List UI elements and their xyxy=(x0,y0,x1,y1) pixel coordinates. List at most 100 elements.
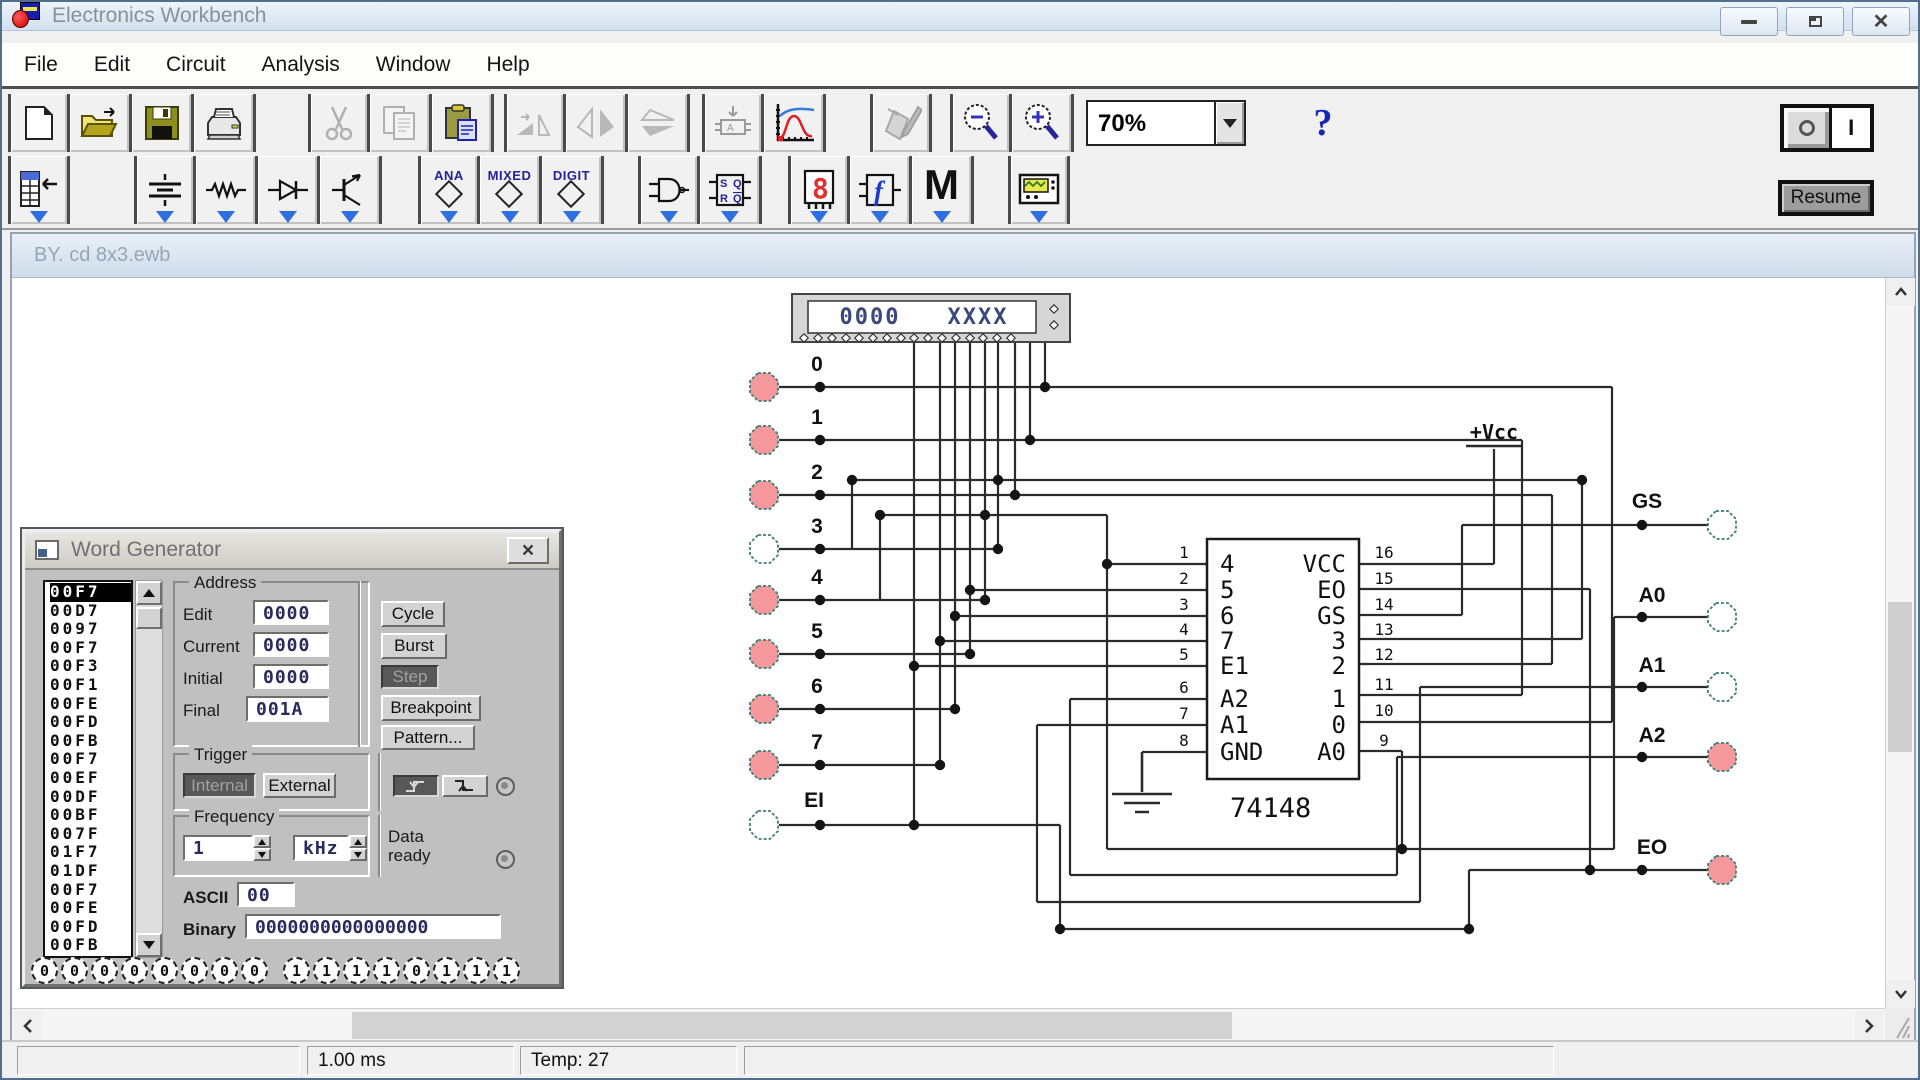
cut-button[interactable] xyxy=(308,94,370,152)
binary-field[interactable]: 0000000000000000 xyxy=(245,914,501,939)
expand-triangle-icon[interactable] xyxy=(871,211,889,223)
bit-terminal[interactable]: 1 xyxy=(433,957,460,984)
menu-help[interactable]: Help xyxy=(486,53,529,77)
vertical-scroll-thumb[interactable] xyxy=(1888,602,1912,752)
expand-triangle-icon[interactable] xyxy=(563,211,581,223)
word-generator-instrument[interactable]: 0000 XXXX xyxy=(792,294,1070,342)
help-button[interactable]: ? xyxy=(1292,94,1354,152)
output-terminal-gs[interactable] xyxy=(1708,511,1736,539)
hex-word-row[interactable]: 0097 xyxy=(50,620,131,639)
frequency-value-field[interactable]: 1 xyxy=(183,835,253,861)
scroll-up-button[interactable] xyxy=(1886,278,1915,306)
zoom-out-button[interactable] xyxy=(950,94,1012,152)
trigger-external-button[interactable]: External xyxy=(263,773,336,798)
bit-terminal[interactable]: 0 xyxy=(181,957,208,984)
zoom-level-combobox[interactable]: 70% xyxy=(1086,100,1246,146)
input-terminal-5[interactable] xyxy=(750,640,778,668)
output-terminal-a2[interactable] xyxy=(1708,743,1736,771)
expand-triangle-icon[interactable] xyxy=(156,211,174,223)
breakpoint-button[interactable]: Breakpoint xyxy=(381,695,481,721)
trigger-falling-edge-button[interactable] xyxy=(442,775,488,797)
expand-triangle-icon[interactable] xyxy=(217,211,235,223)
edit-address-field[interactable]: 0000 xyxy=(253,600,329,625)
hex-word-row[interactable]: 007F xyxy=(50,825,131,844)
flip-horizontal-button[interactable] xyxy=(566,94,628,152)
frequency-spinner[interactable] xyxy=(253,835,271,861)
list-scroll-up-button[interactable] xyxy=(136,581,162,605)
zoom-dropdown-button[interactable] xyxy=(1214,102,1244,144)
hex-word-row[interactable]: 00FE xyxy=(50,695,131,714)
flip-vertical-button[interactable] xyxy=(628,94,690,152)
rotate-button[interactable] xyxy=(504,94,566,152)
hex-word-row[interactable]: 00DF xyxy=(50,788,131,807)
hex-word-row[interactable]: 00FB xyxy=(50,936,131,955)
bit-terminal[interactable]: 1 xyxy=(313,957,340,984)
copy-button[interactable] xyxy=(370,94,432,152)
close-button[interactable]: ✕ xyxy=(1852,7,1910,36)
open-button[interactable] xyxy=(70,94,132,152)
zoom-in-button[interactable] xyxy=(1012,94,1074,152)
input-terminal-2[interactable] xyxy=(750,481,778,509)
hex-word-row-selected[interactable]: 00F7 xyxy=(50,583,131,602)
bit-terminal[interactable]: 0 xyxy=(241,957,268,984)
expand-triangle-icon[interactable] xyxy=(660,211,678,223)
expand-triangle-icon[interactable] xyxy=(933,211,951,223)
hex-word-row[interactable]: 00D7 xyxy=(50,602,131,621)
trigger-internal-button[interactable]: Internal xyxy=(183,773,256,798)
expand-triangle-icon[interactable] xyxy=(30,211,48,223)
hex-word-row[interactable]: 00FD xyxy=(50,918,131,937)
scroll-left-button[interactable] xyxy=(14,1011,42,1040)
frequency-unit-spinner[interactable] xyxy=(349,835,367,861)
final-address-field[interactable]: 001A xyxy=(246,696,329,722)
resume-button[interactable]: Resume xyxy=(1778,180,1874,216)
list-scroll-thumb[interactable] xyxy=(136,607,162,629)
hex-word-row[interactable]: 00F7 xyxy=(50,881,131,900)
input-terminal-0[interactable] xyxy=(750,373,778,401)
hex-word-row[interactable]: 00F7 xyxy=(50,750,131,769)
hex-word-row[interactable]: 00F3 xyxy=(50,657,131,676)
bit-terminal[interactable]: 1 xyxy=(493,957,520,984)
spinner-down-icon[interactable] xyxy=(253,848,271,861)
spinner-down-icon[interactable] xyxy=(349,848,367,861)
indicators-button[interactable]: 8 xyxy=(788,156,850,224)
menu-file[interactable]: File xyxy=(24,53,58,77)
word-generator-titlebar[interactable]: Word Generator × xyxy=(25,532,559,570)
hex-word-row[interactable]: 00FE xyxy=(50,899,131,918)
hex-word-row[interactable]: 00F7 xyxy=(50,639,131,658)
flip-flops-button[interactable]: SQRQ xyxy=(700,156,762,224)
print-button[interactable] xyxy=(194,94,256,152)
trigger-rising-edge-button[interactable] xyxy=(393,775,439,797)
pattern-button[interactable]: Pattern... xyxy=(381,725,475,750)
component-properties-button[interactable] xyxy=(870,94,932,152)
output-terminal-a1[interactable] xyxy=(1708,673,1736,701)
minimize-button[interactable] xyxy=(1720,7,1778,36)
sources-button[interactable] xyxy=(134,156,196,224)
digital-ics-button[interactable]: DIGIT xyxy=(542,156,604,224)
bit-terminal[interactable]: 0 xyxy=(403,957,430,984)
instruments-button[interactable] xyxy=(1008,156,1070,224)
initial-address-field[interactable]: 0000 xyxy=(253,664,329,689)
word-generator-close-button[interactable]: × xyxy=(507,537,549,564)
hex-word-row[interactable]: 01F7 xyxy=(50,843,131,862)
hex-word-row[interactable]: 00FD xyxy=(50,713,131,732)
output-terminal-eo[interactable] xyxy=(1708,856,1736,884)
hex-word-list[interactable]: 00F7 00D7 0097 00F7 00F3 00F1 00FE 00FD … xyxy=(43,580,133,958)
subcircuit-button[interactable]: A xyxy=(702,94,764,152)
current-address-field[interactable]: 0000 xyxy=(253,632,329,657)
expand-triangle-icon[interactable] xyxy=(440,211,458,223)
menu-analysis[interactable]: Analysis xyxy=(262,53,340,77)
analysis-graph-button[interactable] xyxy=(764,94,826,152)
menu-edit[interactable]: Edit xyxy=(94,53,130,77)
new-button[interactable] xyxy=(8,94,70,152)
mixed-ics-button[interactable]: MIXED xyxy=(480,156,542,224)
controls-button[interactable]: f xyxy=(850,156,912,224)
power-off-side[interactable] xyxy=(1784,108,1832,148)
spinner-up-icon[interactable] xyxy=(253,835,271,848)
expand-triangle-icon[interactable] xyxy=(1030,211,1048,223)
horizontal-scroll-thumb[interactable] xyxy=(352,1012,1232,1039)
bit-terminal[interactable]: 0 xyxy=(121,957,148,984)
input-terminal-6[interactable] xyxy=(750,695,778,723)
step-button[interactable]: Step xyxy=(381,665,439,689)
hex-list-scrollbar[interactable] xyxy=(135,580,163,958)
vertical-scrollbar[interactable] xyxy=(1885,278,1914,1008)
